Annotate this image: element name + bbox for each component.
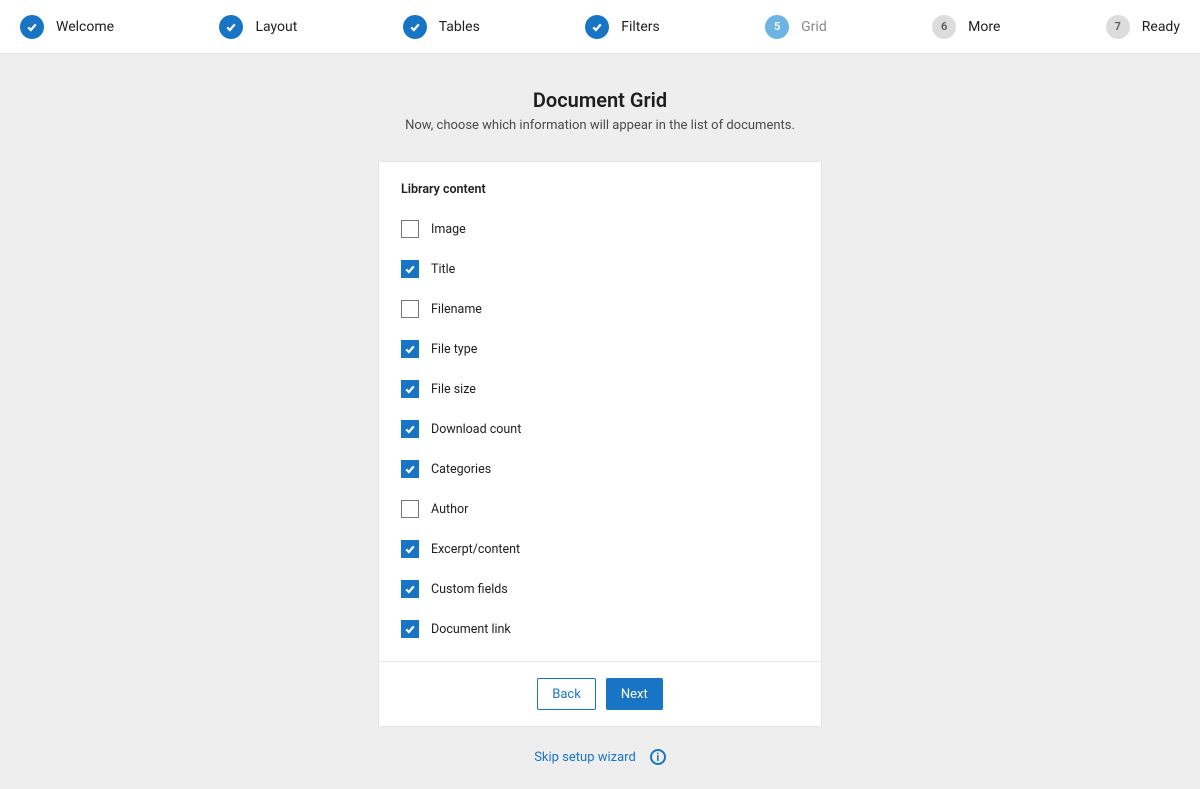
check-icon [403, 15, 427, 39]
option-label: Download count [431, 422, 521, 437]
check-icon [20, 15, 44, 39]
checkbox[interactable] [401, 540, 419, 558]
checkbox[interactable] [401, 620, 419, 638]
wizard-stepper: Welcome Layout Tables Filters 5 Grid 6 More 7 Rea… [0, 0, 1200, 54]
checkbox[interactable] [401, 260, 419, 278]
option-row[interactable]: File type [401, 329, 799, 369]
page-title: Document Grid [0, 88, 1200, 112]
checkbox[interactable] [401, 420, 419, 438]
option-label: Title [431, 262, 455, 277]
option-row[interactable]: Title [401, 249, 799, 289]
option-label: Filename [431, 302, 482, 317]
step-grid[interactable]: 5 Grid [765, 15, 827, 39]
card-body: Library content Image Title Filename File t… [379, 162, 821, 661]
option-row[interactable]: Author [401, 489, 799, 529]
next-button[interactable]: Next [606, 678, 663, 710]
option-row[interactable]: Document link [401, 609, 799, 649]
checkbox[interactable] [401, 340, 419, 358]
info-icon[interactable]: i [650, 749, 666, 765]
page-heading: Document Grid Now, choose which informat… [0, 88, 1200, 133]
step-label: Layout [255, 19, 297, 35]
checkbox[interactable] [401, 300, 419, 318]
step-label: Grid [801, 19, 827, 35]
step-ready[interactable]: 7 Ready [1106, 15, 1180, 39]
step-label: More [968, 19, 1000, 35]
check-icon [219, 15, 243, 39]
step-layout[interactable]: Layout [219, 15, 297, 39]
skip-row: Skip setup wizard i [0, 749, 1200, 765]
option-row[interactable]: Download count [401, 409, 799, 449]
step-number-badge: 5 [765, 15, 789, 39]
step-more[interactable]: 6 More [932, 15, 1000, 39]
checkbox[interactable] [401, 500, 419, 518]
option-label: Image [431, 222, 466, 237]
step-label: Ready [1142, 19, 1180, 35]
card-footer: Back Next [379, 661, 821, 726]
option-row[interactable]: Categories [401, 449, 799, 489]
page-body: Document Grid Now, choose which informat… [0, 54, 1200, 789]
step-label: Filters [621, 19, 660, 35]
checkbox[interactable] [401, 220, 419, 238]
option-row[interactable]: Excerpt/content [401, 529, 799, 569]
step-tables[interactable]: Tables [403, 15, 480, 39]
section-title: Library content [401, 182, 799, 197]
options-list: Image Title Filename File type File size Down… [401, 209, 799, 649]
step-label: Welcome [56, 19, 114, 35]
skip-setup-link[interactable]: Skip setup wizard [534, 750, 636, 765]
option-label: File size [431, 382, 476, 397]
checkbox[interactable] [401, 460, 419, 478]
step-number-badge: 6 [932, 15, 956, 39]
step-label: Tables [439, 19, 480, 35]
option-label: Categories [431, 462, 491, 477]
page-subtitle: Now, choose which information will appea… [0, 118, 1200, 133]
options-card: Library content Image Title Filename File t… [378, 161, 822, 727]
step-welcome[interactable]: Welcome [20, 15, 114, 39]
option-row[interactable]: Custom fields [401, 569, 799, 609]
option-row[interactable]: Image [401, 209, 799, 249]
checkbox[interactable] [401, 580, 419, 598]
option-label: Author [431, 502, 468, 517]
option-row[interactable]: Filename [401, 289, 799, 329]
option-label: Excerpt/content [431, 542, 520, 557]
option-row[interactable]: File size [401, 369, 799, 409]
option-label: Document link [431, 622, 511, 637]
option-label: Custom fields [431, 582, 508, 597]
option-label: File type [431, 342, 477, 357]
back-button[interactable]: Back [537, 678, 596, 710]
checkbox[interactable] [401, 380, 419, 398]
step-number-badge: 7 [1106, 15, 1130, 39]
step-filters[interactable]: Filters [585, 15, 660, 39]
check-icon [585, 15, 609, 39]
